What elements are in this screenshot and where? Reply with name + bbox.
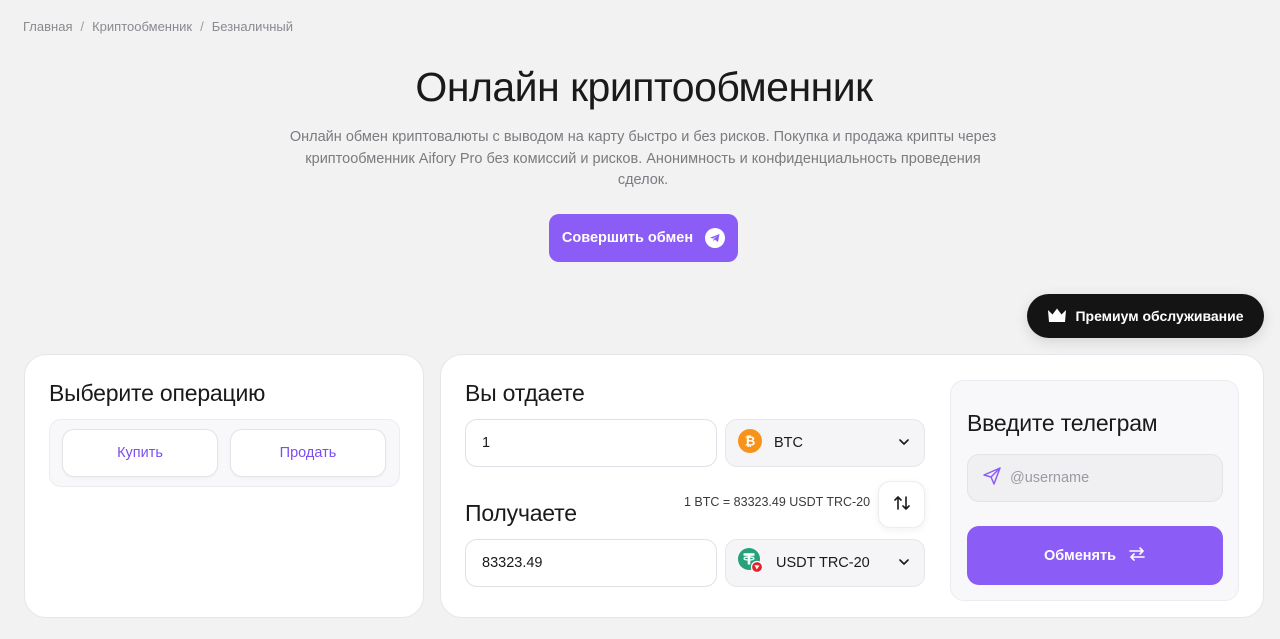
premium-label: Премиум обслуживание: [1075, 308, 1244, 324]
receive-currency-label: USDT TRC-20: [776, 555, 870, 571]
telegram-panel: Введите телеграм Обменять: [950, 380, 1239, 601]
crown-icon: [1047, 307, 1067, 326]
give-currency-select[interactable]: ₿ BTC: [725, 419, 925, 467]
paper-plane-icon: [982, 466, 1002, 491]
exchange-card: Вы отдаете ₿ BTC 1 BTC = 83323.49 USDT T…: [440, 354, 1264, 618]
give-title: Вы отдаете: [465, 380, 585, 406]
receive-currency-select[interactable]: USDT TRC-20: [725, 539, 925, 587]
operation-card: Выберите операцию Купить Продать: [24, 354, 424, 618]
give-amount-input[interactable]: [466, 420, 716, 466]
chevron-down-icon: [898, 556, 910, 572]
page-title: Онлайн криптообменник: [415, 64, 873, 110]
receive-amount-field[interactable]: [465, 539, 717, 587]
give-amount-field[interactable]: [465, 419, 717, 467]
swap-vertical-icon: [893, 494, 911, 515]
make-exchange-label: Совершить обмен: [561, 230, 694, 246]
exchange-rate: 1 BTC = 83323.49 USDT TRC-20: [684, 495, 871, 509]
chevron-down-icon: [898, 436, 910, 452]
swap-currencies-button[interactable]: [878, 481, 925, 528]
exchange-submit-button[interactable]: Обменять: [967, 526, 1223, 585]
telegram-title: Введите телеграм: [967, 410, 1158, 436]
exchange-submit-label: Обменять: [1043, 547, 1117, 564]
buy-button[interactable]: Купить: [62, 429, 218, 477]
telegram-username-input[interactable]: [1010, 470, 1210, 486]
bitcoin-icon: ₿: [738, 429, 762, 457]
svg-text:₿: ₿: [745, 435, 756, 450]
page-subtitle: Онлайн обмен криптовалюты с выводом на к…: [289, 129, 997, 188]
receive-title: Получаете: [465, 500, 577, 526]
sell-button[interactable]: Продать: [230, 429, 386, 477]
breadcrumb-separator: /: [80, 19, 85, 34]
operation-title: Выберите операцию: [49, 380, 266, 406]
swap-horizontal-icon: [1128, 546, 1146, 566]
breadcrumb: Главная / Криптообменник / Безналичный: [23, 19, 293, 34]
breadcrumb-current: Безналичный: [211, 19, 293, 34]
receive-amount-input[interactable]: [466, 540, 716, 586]
telegram-icon: [705, 228, 726, 248]
usdt-tron-icon: [738, 548, 764, 578]
give-currency-label: BTC: [774, 435, 803, 451]
breadcrumb-home[interactable]: Главная: [23, 19, 72, 34]
make-exchange-button[interactable]: Совершить обмен: [549, 214, 738, 262]
operation-toggle: Купить Продать: [49, 419, 400, 487]
breadcrumb-separator: /: [200, 19, 204, 34]
premium-service-button[interactable]: Премиум обслуживание: [1027, 294, 1264, 338]
telegram-field[interactable]: [967, 454, 1223, 502]
breadcrumb-exchanger[interactable]: Криптообменник: [92, 19, 192, 34]
